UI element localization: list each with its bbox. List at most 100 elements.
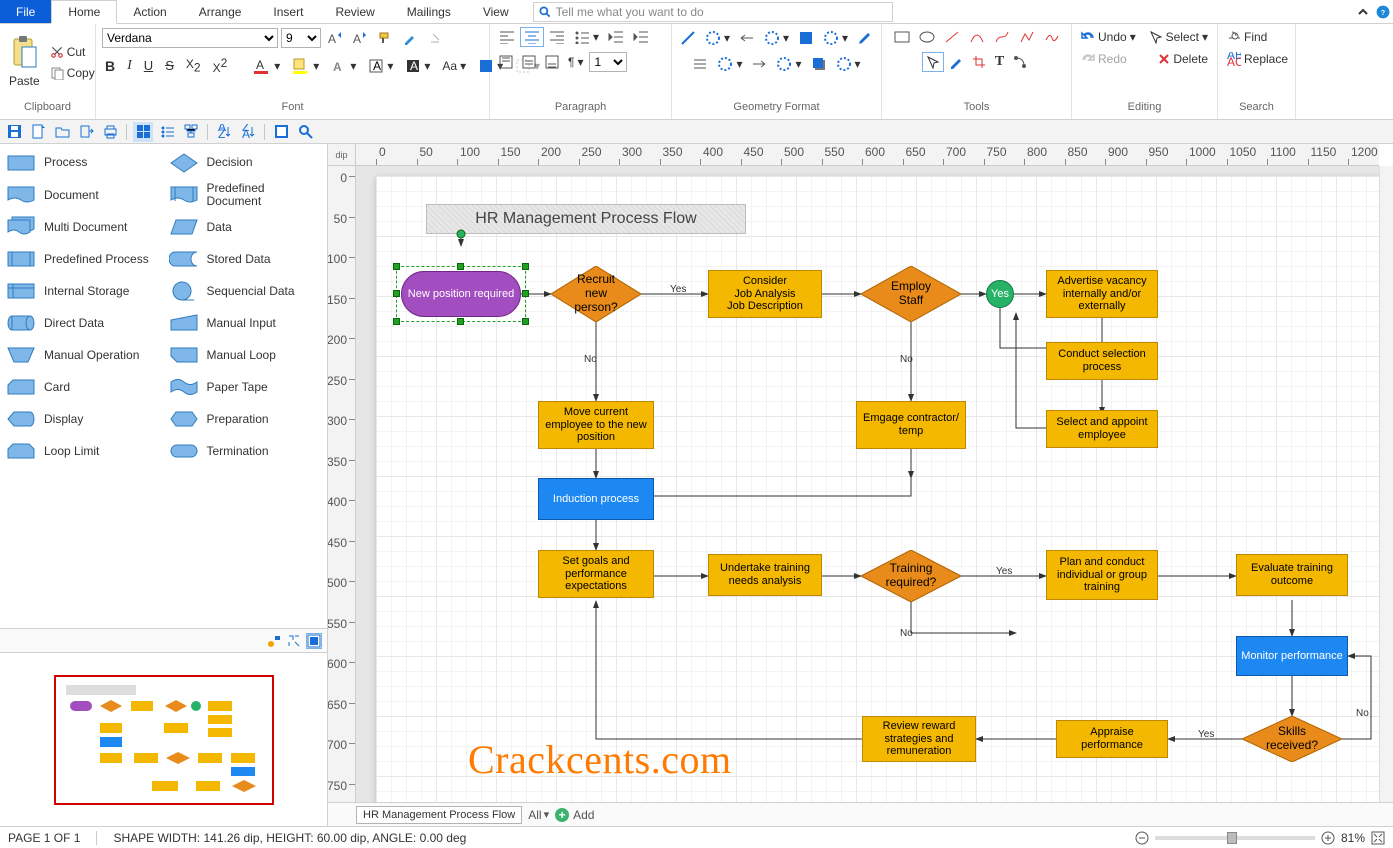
border-icon[interactable]: ▾: [512, 56, 543, 76]
clear-format-icon[interactable]: [424, 28, 446, 48]
shape-preparation[interactable]: Preparation: [169, 406, 322, 432]
flow-title[interactable]: HR Management Process Flow: [426, 204, 746, 234]
tab-home[interactable]: Home: [51, 0, 117, 24]
text-effects-icon[interactable]: A▾: [328, 56, 359, 76]
node-training-required[interactable]: Training required?: [861, 550, 961, 602]
align-left-icon[interactable]: [496, 28, 518, 46]
subscript-button[interactable]: X2: [183, 55, 204, 76]
replace-button[interactable]: ABACReplace: [1224, 50, 1291, 68]
all-pages[interactable]: All ▾: [528, 808, 549, 822]
tool-line-icon[interactable]: [941, 28, 963, 46]
shape-manual-input[interactable]: Manual Input: [169, 310, 322, 336]
tab-review[interactable]: Review: [319, 0, 390, 23]
shape-card[interactable]: Card: [6, 374, 159, 400]
qat-grid-icon[interactable]: [133, 122, 153, 142]
grow-font-icon[interactable]: A: [324, 28, 346, 48]
undo-button[interactable]: Undo▾: [1078, 28, 1139, 46]
tab-mailings[interactable]: Mailings: [391, 0, 467, 23]
shape-loop-limit[interactable]: Loop Limit: [6, 438, 159, 464]
shape-sequential-data[interactable]: Sequencial Data: [169, 278, 322, 304]
shape-fill-icon[interactable]: [795, 28, 817, 48]
overview-panel[interactable]: [0, 652, 327, 826]
valign-bot-icon[interactable]: [542, 53, 562, 71]
shape-display[interactable]: Display: [6, 406, 159, 432]
line-weight-opts-icon[interactable]: ▾: [714, 54, 745, 74]
copy-button[interactable]: Copy: [47, 64, 98, 82]
fit-page-icon[interactable]: [1371, 831, 1385, 845]
ov-tool-2-icon[interactable]: [287, 634, 301, 648]
tool-select-icon[interactable]: [923, 53, 943, 71]
node-move-employee[interactable]: Move current employee to the new positio…: [538, 401, 654, 449]
tool-freeform-icon[interactable]: [1041, 28, 1063, 46]
horizontal-ruler[interactable]: 0501001502002503003504004505005506006507…: [356, 144, 1379, 166]
node-plan-training[interactable]: Plan and conduct individual or group tra…: [1046, 550, 1158, 600]
node-training-analysis[interactable]: Undertake training needs analysis: [708, 554, 822, 596]
tool-polyline-icon[interactable]: [1016, 28, 1038, 46]
zoom-in-icon[interactable]: [1321, 831, 1335, 845]
shape-direct-data[interactable]: Direct Data: [6, 310, 159, 336]
node-job-analysis[interactable]: Consider Job Analysis Job Description: [708, 270, 822, 318]
redo-button[interactable]: Redo: [1078, 50, 1130, 68]
tool-edit-icon[interactable]: [946, 53, 966, 71]
help-icon[interactable]: ?: [1373, 0, 1393, 23]
shape-document[interactable]: Document: [6, 182, 159, 208]
ov-tool-3-icon[interactable]: [307, 634, 321, 648]
zoom-out-icon[interactable]: [1135, 831, 1149, 845]
case-icon[interactable]: Aa▾: [439, 57, 469, 75]
delete-button[interactable]: Delete: [1155, 50, 1211, 68]
qat-zoom-icon[interactable]: [295, 122, 315, 142]
node-selection[interactable]: Conduct selection process: [1046, 342, 1158, 380]
tool-ellipse-icon[interactable]: [916, 28, 938, 46]
collapse-ribbon-icon[interactable]: [1353, 0, 1373, 23]
arrow-end-icon[interactable]: [748, 54, 770, 74]
char-shading-icon[interactable]: A▾: [402, 56, 433, 76]
qat-tree-icon[interactable]: [181, 122, 201, 142]
inc-indent-icon[interactable]: [630, 28, 652, 46]
shape-data[interactable]: Data: [169, 214, 322, 240]
tool-text-icon[interactable]: T: [992, 52, 1007, 72]
dec-indent-icon[interactable]: [605, 28, 627, 46]
cut-button[interactable]: Cut: [47, 43, 89, 61]
tool-crop-icon[interactable]: [969, 53, 989, 71]
ov-tool-1-icon[interactable]: [267, 634, 281, 648]
vertical-ruler[interactable]: 0501001502002503003504004505005506006507…: [328, 166, 356, 802]
select-button[interactable]: Select▾: [1146, 28, 1211, 46]
tell-me-search[interactable]: Tell me what you want to do: [533, 2, 893, 22]
tool-rect-icon[interactable]: [891, 28, 913, 46]
qat-list-icon[interactable]: [157, 122, 177, 142]
node-engage-contractor[interactable]: Emgage contractor/ temp: [856, 401, 966, 449]
zoom-slider[interactable]: [1155, 836, 1315, 840]
paste-icon[interactable]: [10, 35, 38, 69]
shrink-font-icon[interactable]: A: [349, 28, 371, 48]
shape-manual-loop[interactable]: Manual Loop: [169, 342, 322, 368]
char-border-icon[interactable]: A▾: [365, 56, 396, 76]
underline-button[interactable]: U: [141, 56, 156, 75]
tab-view[interactable]: View: [467, 0, 525, 23]
qat-open-icon[interactable]: [52, 122, 72, 142]
node-induction[interactable]: Induction process: [538, 478, 654, 520]
line-weight-icon[interactable]: [689, 54, 711, 74]
text-dir-icon[interactable]: ¶▾: [565, 53, 586, 71]
arrow-start-opts-icon[interactable]: ▾: [761, 28, 792, 48]
node-appoint[interactable]: Select and appoint employee: [1046, 410, 1158, 448]
shape-internal-storage[interactable]: Internal Storage: [6, 278, 159, 304]
node-recruit[interactable]: Recruit new person?: [551, 266, 641, 322]
line-spacing-select[interactable]: 1: [589, 52, 627, 72]
node-skills-received[interactable]: Skills received?: [1242, 716, 1342, 762]
highlight-icon[interactable]: ▾: [289, 55, 322, 77]
tool-curve-icon[interactable]: [991, 28, 1013, 46]
vertical-scrollbar[interactable]: [1379, 166, 1393, 802]
drawing-canvas[interactable]: HR Management Process Flow: [376, 176, 1379, 802]
shadow-opts-icon[interactable]: ▾: [833, 54, 864, 74]
arrow-start-icon[interactable]: [736, 28, 758, 48]
line-style-icon[interactable]: [677, 28, 699, 48]
shape-multidoc[interactable]: Multi Document: [6, 214, 159, 240]
bold-button[interactable]: B: [102, 56, 118, 76]
strike-button[interactable]: S: [162, 56, 177, 75]
pen-icon[interactable]: [854, 28, 876, 48]
shape-decision[interactable]: Decision: [169, 150, 322, 176]
shape-stored-data[interactable]: Stored Data: [169, 246, 322, 272]
shape-predef-doc[interactable]: Predefined Document: [169, 182, 322, 208]
shape-predef-proc[interactable]: Predefined Process: [6, 246, 159, 272]
italic-button[interactable]: I: [124, 56, 135, 76]
